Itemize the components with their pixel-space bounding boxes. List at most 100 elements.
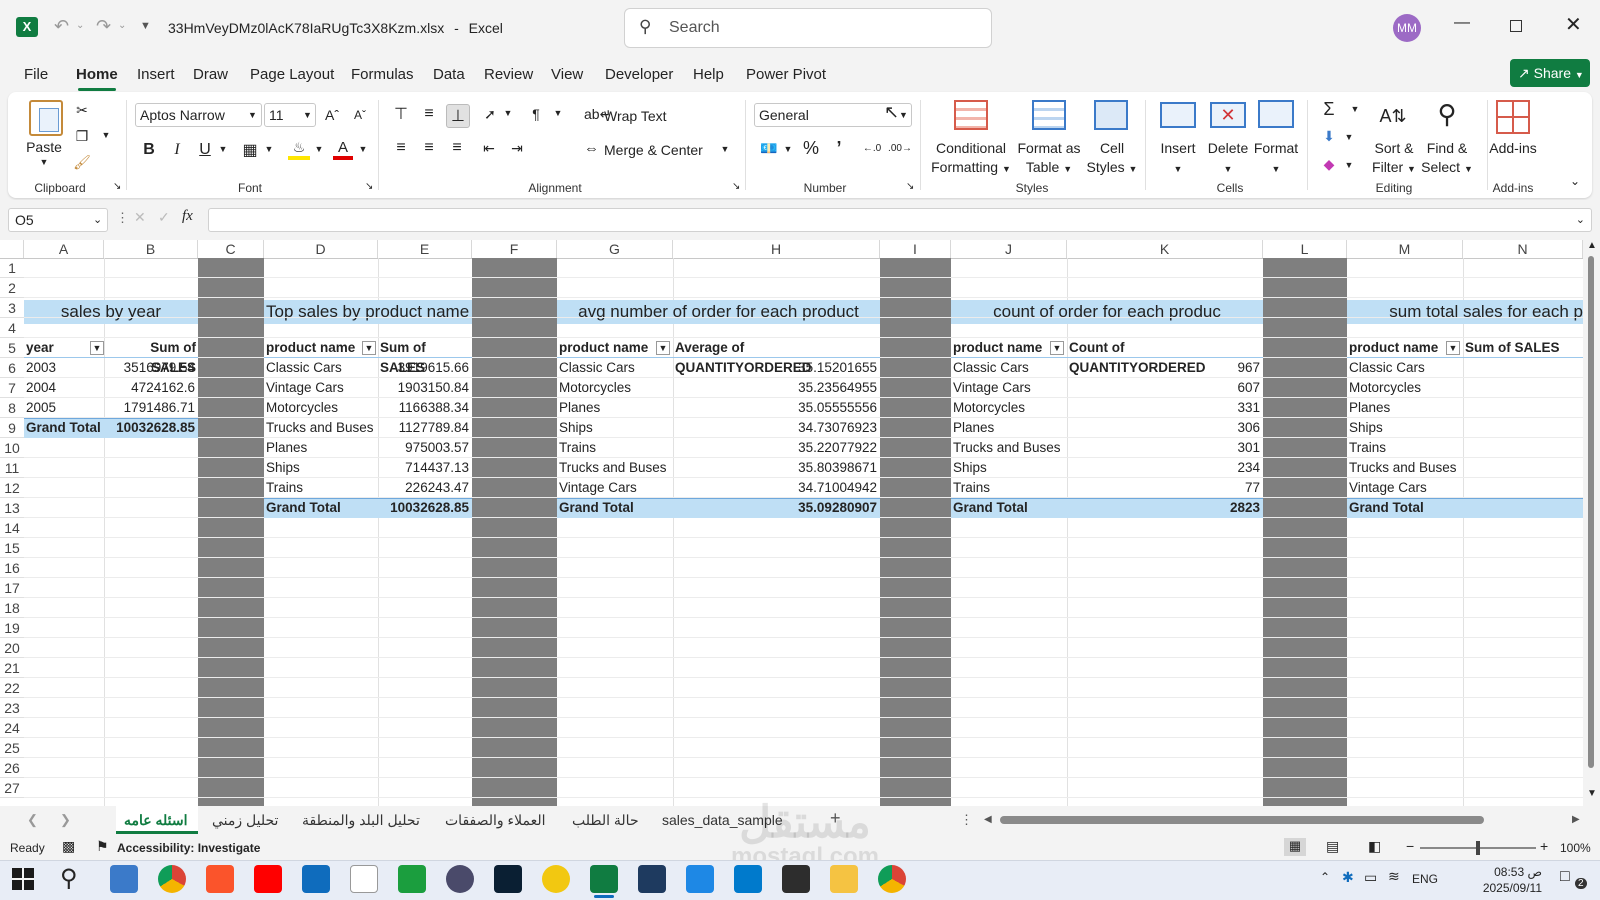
expand-formula-icon[interactable]: ⌄	[1576, 213, 1585, 226]
redo-dropdown-icon[interactable]: ⌄	[118, 20, 126, 31]
pivot-row-label[interactable]: Vintage Cars	[1347, 478, 1523, 498]
insert-function-icon[interactable]: fx	[182, 208, 193, 225]
underline-dropdown-icon[interactable]: ▼	[218, 144, 228, 154]
col-header-n[interactable]: N	[1463, 240, 1583, 258]
macro-record-icon[interactable]: ▩	[62, 838, 75, 855]
cut-icon[interactable]: ✂	[72, 100, 92, 120]
row-header[interactable]: 16	[0, 558, 24, 578]
pivot-row-value[interactable]: 34.71004942	[673, 478, 879, 498]
row-header[interactable]: 11	[0, 458, 24, 478]
comma-style-icon[interactable]: ’	[828, 138, 850, 158]
pivot-row-value[interactable]: 35.22077922	[673, 438, 879, 458]
page-layout-view-icon[interactable]: ▤	[1326, 838, 1339, 855]
tab-data[interactable]: Data	[433, 66, 465, 83]
grand-total-label[interactable]: Grand Total	[557, 498, 673, 518]
col-header-h[interactable]: H	[673, 240, 880, 258]
outlook-icon[interactable]	[302, 865, 330, 893]
app-icon[interactable]	[398, 865, 426, 893]
pivot-row-value[interactable]: 1127789.84	[378, 418, 471, 438]
text-direction-dropdown-icon[interactable]: ▼	[553, 108, 563, 118]
tab-home[interactable]: Home	[76, 66, 118, 83]
brave-icon[interactable]	[206, 865, 234, 893]
row-header[interactable]: 20	[0, 638, 24, 658]
paste-icon[interactable]	[29, 100, 63, 136]
vertical-scroll-thumb[interactable]	[1588, 256, 1594, 768]
row-header[interactable]: 19	[0, 618, 24, 638]
col-header-k[interactable]: K	[1067, 240, 1263, 258]
insert-cells-button[interactable]: Insert ▼	[1152, 139, 1204, 179]
orientation-icon[interactable]: ➚	[480, 104, 500, 124]
pivot-row-label[interactable]: 2004	[24, 378, 104, 398]
clear-icon[interactable]: ◆	[1318, 154, 1340, 174]
row-header[interactable]: 14	[0, 518, 24, 538]
pivot-row-label[interactable]: Trains	[557, 438, 673, 458]
filter-dropdown-icon[interactable]: ▼	[90, 341, 104, 355]
pivot-row-value[interactable]: 1903150.84	[378, 378, 471, 398]
pivot-row-label[interactable]: Ships	[264, 458, 378, 478]
zoom-slider-thumb[interactable]	[1476, 841, 1480, 855]
grand-total-value[interactable]: 10032628.85	[104, 418, 197, 438]
find-select-button[interactable]: Find & Select ▼	[1416, 139, 1478, 179]
scroll-right-icon[interactable]: ▶	[1572, 814, 1580, 825]
app-icon[interactable]	[638, 865, 666, 893]
pivot-row-value[interactable]: 226243.47	[378, 478, 471, 498]
col-header-e[interactable]: E	[378, 240, 472, 258]
pivot-row-value[interactable]: 234	[1067, 458, 1262, 478]
pivot-row-label[interactable]: Motorcycles	[557, 378, 673, 398]
format-as-table-button[interactable]: Format as Table ▼	[1010, 139, 1088, 179]
pivot-row-label[interactable]: Trains	[951, 478, 1067, 498]
alignment-launcher-icon[interactable]: ↘	[732, 181, 740, 192]
merge-dropdown-icon[interactable]: ▼	[720, 144, 730, 154]
row-header[interactable]: 27	[0, 778, 24, 798]
number-launcher-icon[interactable]: ↘	[906, 181, 914, 192]
pivot-row-label[interactable]: Ships	[951, 458, 1067, 478]
fill-color-icon[interactable]: ♨	[288, 138, 310, 160]
borders-dropdown-icon[interactable]: ▼	[264, 144, 274, 154]
tab-review[interactable]: Review	[484, 66, 533, 83]
pivot-row-label[interactable]: Classic Cars	[557, 358, 673, 378]
pivot-row-label[interactable]: Planes	[264, 438, 378, 458]
align-middle-icon[interactable]: ≡	[418, 104, 440, 124]
decrease-font-icon[interactable]: Aˇ	[350, 105, 370, 125]
grand-total-value[interactable]: 35.09280907	[673, 498, 879, 518]
scroll-up-icon[interactable]: ▲	[1587, 240, 1597, 251]
page-break-view-icon[interactable]: ◧	[1368, 838, 1381, 855]
align-left-icon[interactable]: ≡	[390, 138, 412, 158]
pivot-header-field[interactable]: product name	[264, 338, 378, 358]
pivot-row-value[interactable]: 714437.13	[378, 458, 471, 478]
grand-total-value[interactable]: 10032628.85	[378, 498, 471, 518]
pivot-row-label[interactable]: Ships	[1347, 418, 1523, 438]
app-icon[interactable]	[350, 865, 378, 893]
add-ins-button[interactable]: Add-ins	[1488, 140, 1538, 156]
pivot-row-label[interactable]: Ships	[557, 418, 673, 438]
vscode-icon[interactable]	[734, 865, 762, 893]
clock[interactable]: ص 08:53 2025/09/11	[1454, 864, 1542, 896]
file-explorer-icon[interactable]	[830, 865, 858, 893]
pivot-row-label[interactable]: Vintage Cars	[557, 478, 673, 498]
sheet-tab-customers-deals[interactable]: العملاء والصفقات	[445, 812, 546, 829]
file-manager-icon[interactable]	[110, 865, 138, 893]
pivot-row-value[interactable]: 35.05555556	[673, 398, 879, 418]
battery-icon[interactable]: ▭	[1364, 869, 1377, 886]
pivot-row-label[interactable]: 2005	[24, 398, 104, 418]
pivot-row-label[interactable]: Trucks and Buses	[557, 458, 673, 478]
row-header[interactable]: 24	[0, 718, 24, 738]
filter-dropdown-icon[interactable]: ▼	[1050, 341, 1064, 355]
app-icon[interactable]	[542, 865, 570, 893]
format-painter-icon[interactable]: 🖌	[72, 152, 92, 172]
row-header[interactable]: 25	[0, 738, 24, 758]
decrease-indent-icon[interactable]: ⇤	[478, 138, 500, 158]
row-header[interactable]: 17	[0, 578, 24, 598]
redo-icon[interactable]: ↷	[96, 16, 111, 37]
pivot-row-label[interactable]: Planes	[557, 398, 673, 418]
collapse-ribbon-icon[interactable]: ⌄	[1570, 174, 1580, 188]
text-direction-icon[interactable]: ¶	[526, 104, 546, 124]
undo-icon[interactable]: ↶	[54, 16, 69, 37]
pivot-row-label[interactable]: 2003	[24, 358, 104, 378]
row-header[interactable]: 12	[0, 478, 24, 498]
tab-view[interactable]: View	[551, 66, 583, 83]
row-header[interactable]: 2	[0, 278, 24, 298]
pivot-row-value[interactable]: 1791486.71	[104, 398, 197, 418]
language-indicator[interactable]: ENG	[1412, 872, 1438, 886]
row-header[interactable]: 9	[0, 418, 24, 438]
